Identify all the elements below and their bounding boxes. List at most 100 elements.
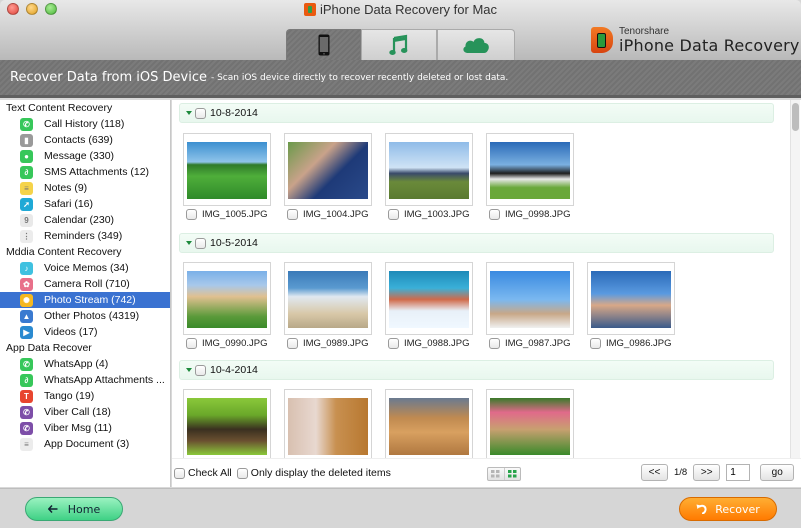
app-logo-icon <box>303 3 316 16</box>
sidebar-item[interactable]: ✺ Photo Stream (742) <box>0 292 170 308</box>
sidebar-section-title: Text Content Recovery <box>6 102 113 114</box>
photo-thumbnail[interactable] <box>183 389 271 458</box>
sidebar-item[interactable]: ≡ App Document (3) <box>0 436 170 452</box>
group-checkbox[interactable] <box>195 107 206 119</box>
photo-item[interactable] <box>385 389 473 458</box>
collapse-triangle-icon[interactable] <box>186 241 192 245</box>
photo-image <box>591 271 671 328</box>
photo-checkbox[interactable] <box>186 209 197 220</box>
photo-item[interactable]: IMG_0998.JPG <box>486 133 574 220</box>
sidebar-item[interactable]: T Tango (19) <box>0 388 170 404</box>
sidebar-item[interactable]: ∂ SMS Attachments (12) <box>0 164 170 180</box>
photo-checkbox[interactable] <box>287 338 298 349</box>
sidebar-item[interactable]: ✿ Camera Roll (710) <box>0 276 170 292</box>
collapse-triangle-icon[interactable] <box>186 111 192 115</box>
photo-thumbnail[interactable] <box>284 389 372 458</box>
photo-checkbox[interactable] <box>186 338 197 349</box>
photo-item[interactable]: IMG_0987.JPG <box>486 262 574 349</box>
photo-image <box>288 398 368 455</box>
sidebar-item[interactable]: ➚ Safari (16) <box>0 196 170 212</box>
list-view-icon[interactable] <box>488 468 504 480</box>
photo-checkbox[interactable] <box>388 338 399 349</box>
photo-checkbox[interactable] <box>590 338 601 349</box>
home-button[interactable]: Home <box>25 497 123 521</box>
photo-filename: IMG_1003.JPG <box>404 209 470 220</box>
sidebar-item[interactable]: ⋮ Reminders (349) <box>0 228 170 244</box>
sidebar-item[interactable]: ● Message (330) <box>0 148 170 164</box>
photo-item[interactable]: IMG_0989.JPG <box>284 262 372 349</box>
sidebar-item[interactable]: ▶ Videos (17) <box>0 324 170 340</box>
photo-thumbnail[interactable] <box>385 262 473 335</box>
next-page-button[interactable]: >> <box>693 464 721 481</box>
tab-icloud[interactable] <box>437 29 515 60</box>
photos-flower-icon: ✿ <box>20 277 33 291</box>
photo-thumbnail[interactable] <box>284 133 372 206</box>
photo-item[interactable]: IMG_1005.JPG <box>183 133 271 220</box>
sidebar-item[interactable]: ✆ Call History (118) <box>0 116 170 132</box>
photo-thumbnail[interactable] <box>385 389 473 458</box>
photo-thumbnail[interactable] <box>486 133 574 206</box>
photo-filename: IMG_1005.JPG <box>202 209 268 220</box>
photo-image <box>288 142 368 199</box>
photo-image <box>288 271 368 328</box>
photo-thumbnail[interactable] <box>385 133 473 206</box>
photo-item[interactable]: IMG_0988.JPG <box>385 262 473 349</box>
group-checkbox[interactable] <box>195 237 206 249</box>
go-button[interactable]: go <box>760 464 795 481</box>
date-group-header[interactable]: 10-5-2014 <box>179 233 774 253</box>
sidebar-item[interactable]: ▮ Contacts (639) <box>0 132 170 148</box>
photo-thumbnail[interactable] <box>486 262 574 335</box>
group-checkbox[interactable] <box>195 364 206 376</box>
vertical-scrollbar[interactable] <box>790 100 800 458</box>
calendar-icon: 9 <box>20 213 33 227</box>
recover-button[interactable]: Recover <box>679 497 777 521</box>
photo-thumbnail[interactable] <box>183 262 271 335</box>
group-date: 10-5-2014 <box>210 237 258 249</box>
sidebar-item[interactable]: ✆ WhatsApp (4) <box>0 356 170 372</box>
landscape-photo-icon: ▲ <box>20 309 33 323</box>
photo-label: IMG_0998.JPG <box>486 209 574 220</box>
sidebar-item-label: WhatsApp Attachments ... <box>44 374 165 386</box>
photo-thumbnail[interactable] <box>183 133 271 206</box>
sidebar-item-label: Videos (17) <box>44 326 98 338</box>
tab-device[interactable] <box>286 29 361 60</box>
scrollbar-thumb[interactable] <box>792 103 799 131</box>
photo-item[interactable]: IMG_0990.JPG <box>183 262 271 349</box>
date-group-header[interactable]: 10-4-2014 <box>179 360 774 380</box>
sidebar-item[interactable]: ♪ Voice Memos (34) <box>0 260 170 276</box>
photo-thumbnail[interactable] <box>587 262 675 335</box>
sidebar-item[interactable]: ∂ WhatsApp Attachments ... <box>0 372 170 388</box>
sidebar-item[interactable]: ≡ Notes (9) <box>0 180 170 196</box>
photo-label: IMG_0987.JPG <box>486 338 574 349</box>
photo-item[interactable] <box>183 389 271 458</box>
photo-item[interactable] <box>486 389 574 458</box>
photo-item[interactable] <box>284 389 372 458</box>
date-group-header[interactable]: 10-8-2014 <box>179 103 774 123</box>
sidebar-item[interactable]: ✆ Viber Msg (11) <box>0 420 170 436</box>
photo-thumbnail[interactable] <box>486 389 574 458</box>
sidebar-item[interactable]: ▲ Other Photos (4319) <box>0 308 170 324</box>
grid-view-icon[interactable] <box>503 468 521 480</box>
photo-item[interactable]: IMG_1004.JPG <box>284 133 372 220</box>
viber-icon: ✆ <box>20 405 33 419</box>
photo-item[interactable]: IMG_0986.JPG <box>587 262 675 349</box>
only-deleted-checkbox[interactable] <box>236 467 248 479</box>
sidebar-item-label: Voice Memos (34) <box>44 262 129 274</box>
prev-page-button[interactable]: << <box>641 464 668 481</box>
collapse-triangle-icon[interactable] <box>186 368 192 372</box>
footer-bar: Home Recover <box>0 488 801 528</box>
photo-checkbox[interactable] <box>489 338 500 349</box>
photo-item[interactable]: IMG_1003.JPG <box>385 133 473 220</box>
tab-itunes[interactable] <box>361 29 437 60</box>
photo-filename: IMG_0988.JPG <box>404 338 470 349</box>
contacts-icon: ▮ <box>20 133 33 147</box>
photo-thumbnail[interactable] <box>284 262 372 335</box>
photo-checkbox[interactable] <box>489 209 500 220</box>
page-number-input[interactable] <box>726 464 751 481</box>
sidebar-item[interactable]: 9 Calendar (230) <box>0 212 170 228</box>
photo-checkbox[interactable] <box>388 209 399 220</box>
photo-checkbox[interactable] <box>287 209 298 220</box>
whatsapp-icon: ✆ <box>20 357 33 371</box>
sidebar-item[interactable]: ✆ Viber Call (18) <box>0 404 170 420</box>
check-all-checkbox[interactable] <box>174 467 185 479</box>
